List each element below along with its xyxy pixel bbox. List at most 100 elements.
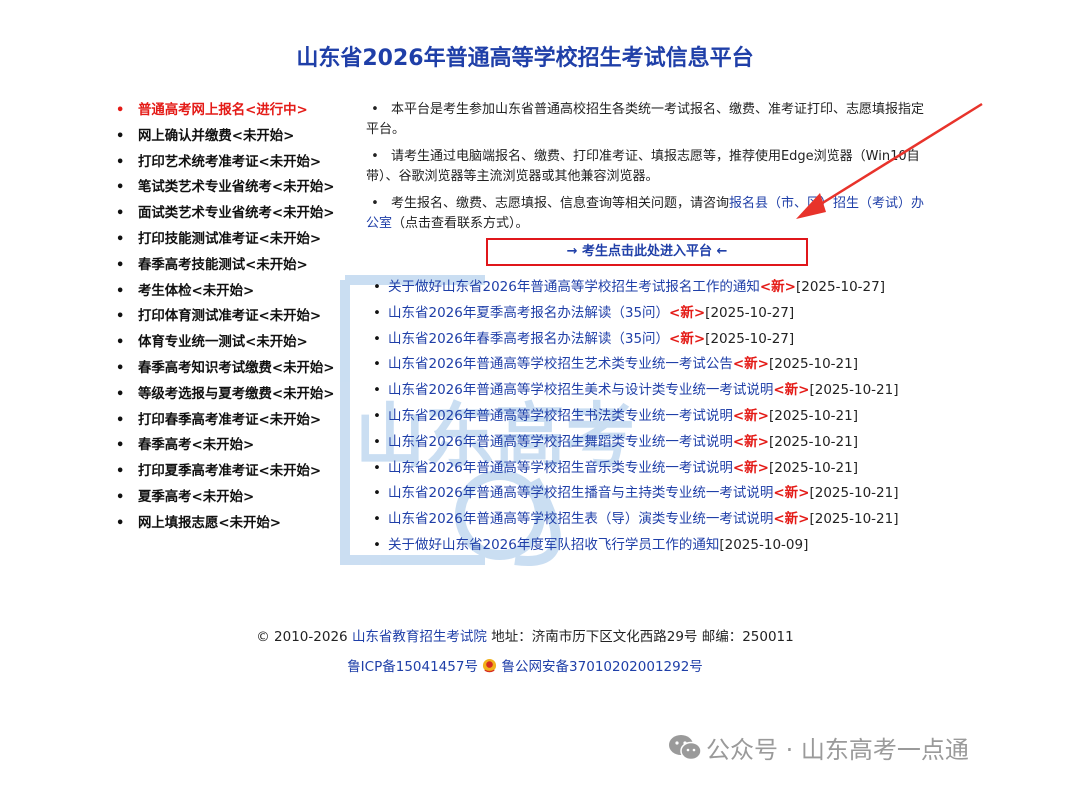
copyright-text: © 2010-2026 — [256, 629, 348, 645]
bullet: • — [373, 407, 381, 424]
notice-text-2: 请考生通过电脑端报名、缴费、打印准考证、填报志愿等，推荐使用Edge浏览器（Wi… — [366, 149, 920, 184]
news-link[interactable]: 山东省2026年普通高等学校招生艺术类专业统一考试公告 — [388, 356, 733, 372]
news-item: • 山东省2026年普通高等学校招生表（导）演类专业统一考试说明<新>[2025-… — [366, 509, 932, 531]
nav-item[interactable]: 普通高考网上报名<进行中> — [114, 98, 364, 124]
bullet: • — [373, 536, 381, 553]
nav-item[interactable]: 打印春季高考准考证<未开始> — [114, 408, 364, 434]
nav-item[interactable]: 春季高考技能测试<未开始> — [114, 253, 364, 279]
notice-item: • 请考生通过电脑端报名、缴费、打印准考证、填报志愿等，推荐使用Edge浏览器（… — [366, 149, 920, 184]
nav-item[interactable]: 面试类艺术专业省统考<未开始> — [114, 201, 364, 227]
nav-item[interactable]: 春季高考<未开始> — [114, 433, 364, 459]
new-tag: <新> — [773, 485, 810, 502]
nav-item[interactable]: 夏季高考<未开始> — [114, 485, 364, 511]
nav-item-label[interactable]: 网上填报志愿<未开始> — [138, 516, 281, 531]
nav-item-label[interactable]: 打印技能测试准考证<未开始> — [138, 232, 321, 247]
news-item: • 山东省2026年普通高等学校招生艺术类专业统一考试公告<新>[2025-10-… — [366, 354, 932, 376]
news-item: • 山东省2026年普通高等学校招生美术与设计类专业统一考试说明<新>[2025-… — [366, 380, 932, 402]
address-text: 地址：济南市历下区文化西路29号 邮编：250011 — [491, 629, 794, 645]
news-date: [2025-10-27] — [795, 279, 885, 295]
news-link[interactable]: 山东省2026年普通高等学校招生表（导）演类专业统一考试说明 — [388, 511, 773, 527]
notice-text-3: 考生报名、缴费、志愿填报、信息查询等相关问题，请咨询 — [390, 196, 729, 211]
nav-item[interactable]: 考生体检<未开始> — [114, 279, 364, 305]
notice-item: • 本平台是考生参加山东省普通高校招生各类统一考试报名、缴费、准考证打印、志愿填… — [366, 102, 924, 137]
news-item: • 山东省2026年普通高等学校招生音乐类专业统一考试说明<新>[2025-10-… — [366, 458, 932, 480]
new-tag: <新> — [732, 459, 769, 476]
new-tag: <新> — [669, 304, 706, 321]
nav-item-label[interactable]: 网上确认并缴费<未开始> — [138, 129, 294, 144]
news-item: • 山东省2026年普通高等学校招生播音与主持类专业统一考试说明<新>[2025-… — [366, 483, 932, 505]
news-item: • 山东省2026年夏季高考报名办法解读（35问）<新>[2025-10-27] — [366, 303, 932, 325]
nav-item-label[interactable]: 夏季高考<未开始> — [138, 490, 254, 505]
org-link[interactable]: 山东省教育招生考试院 — [352, 629, 487, 645]
new-tag: <新> — [669, 330, 706, 347]
nav-item[interactable]: 打印夏季高考准考证<未开始> — [114, 459, 364, 485]
nav-item[interactable]: 打印技能测试准考证<未开始> — [114, 227, 364, 253]
news-item: • 山东省2026年普通高等学校招生舞蹈类专业统一考试说明<新>[2025-10-… — [366, 432, 932, 454]
nav-item[interactable]: 等级考选报与夏考缴费<未开始> — [114, 382, 364, 408]
news-link[interactable]: 山东省2026年普通高等学校招生舞蹈类专业统一考试说明 — [388, 434, 733, 450]
nav-item-label[interactable]: 打印艺术统考准考证<未开始> — [138, 155, 321, 170]
news-link[interactable]: 山东省2026年春季高考报名办法解读（35问） — [388, 331, 669, 347]
news-date: [2025-10-21] — [809, 511, 899, 528]
nav-item[interactable]: 网上确认并缴费<未开始> — [114, 124, 364, 150]
new-tag: <新> — [732, 407, 769, 424]
nav-item[interactable]: 笔试类艺术专业省统考<未开始> — [114, 175, 364, 201]
nav-item-label[interactable]: 春季高考技能测试<未开始> — [138, 258, 308, 273]
news-link[interactable]: 山东省2026年普通高等学校招生美术与设计类专业统一考试说明 — [388, 382, 773, 398]
news-date: [2025-10-21] — [768, 407, 858, 424]
news-date: [2025-10-27] — [705, 330, 795, 347]
nav-item-label[interactable]: 打印春季高考准考证<未开始> — [138, 413, 321, 428]
news-date: [2025-10-21] — [768, 459, 858, 476]
news-link[interactable]: 山东省2026年夏季高考报名办法解读（35问） — [388, 305, 669, 321]
new-tag: <新> — [732, 433, 769, 450]
bullet: • — [373, 459, 381, 476]
nav-item-label[interactable]: 等级考选报与夏考缴费<未开始> — [138, 387, 335, 402]
news-date: [2025-10-27] — [705, 304, 795, 321]
news-date: [2025-10-09] — [719, 536, 809, 553]
nav-item[interactable]: 打印艺术统考准考证<未开始> — [114, 150, 364, 176]
new-tag: <新> — [732, 356, 769, 373]
news-link[interactable]: 山东省2026年普通高等学校招生书法类专业统一考试说明 — [388, 408, 733, 424]
nav-item[interactable]: 打印体育测试准考证<未开始> — [114, 304, 364, 330]
nav-item-label[interactable]: 春季高考<未开始> — [138, 438, 254, 453]
news-link[interactable]: 关于做好山东省2026年普通高等学校招生考试报名工作的通知 — [388, 279, 760, 295]
nav-item-label[interactable]: 打印体育测试准考证<未开始> — [138, 309, 321, 324]
nav-item[interactable]: 春季高考知识考试缴费<未开始> — [114, 356, 364, 382]
nav-item[interactable]: 网上填报志愿<未开始> — [114, 511, 364, 537]
bullet: • — [373, 433, 381, 450]
nav-item-label[interactable]: 春季高考知识考试缴费<未开始> — [138, 361, 335, 376]
notice-text-3-suffix: （点击查看联系方式）。 — [392, 216, 529, 231]
wechat-watermark: 公众号 · 山东高考一点通 — [668, 730, 969, 765]
nav-item-label[interactable]: 考生体检<未开始> — [138, 284, 254, 299]
nav-item-label[interactable]: 笔试类艺术专业省统考<未开始> — [138, 180, 335, 195]
nav-item-label[interactable]: 打印夏季高考准考证<未开始> — [138, 464, 321, 479]
enter-platform-button[interactable]: → 考生点击此处进入平台 ← — [486, 238, 808, 266]
footer: © 2010-2026 山东省教育招生考试院 地址：济南市历下区文化西路29号 … — [0, 627, 1050, 647]
bullet: • — [373, 304, 381, 321]
wechat-label: 公众号 · 山东高考一点通 — [706, 736, 969, 764]
news-item: • 关于做好山东省2026年度军队招收飞行学员工作的通知[2025-10-09] — [366, 535, 932, 557]
news-date: [2025-10-21] — [809, 485, 899, 502]
news-list: • 关于做好山东省2026年普通高等学校招生考试报名工作的通知<新>[2025-1… — [366, 277, 932, 561]
news-link[interactable]: 山东省2026年普通高等学校招生音乐类专业统一考试说明 — [388, 460, 733, 476]
bullet: • — [373, 330, 381, 347]
police-record-link[interactable]: 鲁公网安备37010202001292号 — [502, 659, 703, 675]
wechat-icon — [669, 735, 702, 761]
news-date: [2025-10-21] — [809, 382, 899, 399]
page-title: 山东省2026年普通高等学校招生考试信息平台 — [296, 46, 754, 71]
bullet: • — [373, 356, 381, 373]
icp-link[interactable]: 鲁ICP备15041457号 — [347, 659, 478, 675]
news-link[interactable]: 山东省2026年普通高等学校招生播音与主持类专业统一考试说明 — [388, 485, 773, 501]
nav-item-label[interactable]: 体育专业统一测试<未开始> — [138, 335, 308, 350]
notice-item: • 考生报名、缴费、志愿填报、信息查询等相关问题，请咨询报名县（市、区）招生（考… — [366, 196, 924, 231]
nav-item-label[interactable]: 普通高考网上报名<进行中> — [138, 103, 308, 118]
news-date: [2025-10-21] — [768, 433, 858, 450]
bullet: • — [373, 279, 381, 295]
news-link[interactable]: 关于做好山东省2026年度军队招收飞行学员工作的通知 — [388, 537, 719, 553]
news-item: • 山东省2026年普通高等学校招生书法类专业统一考试说明<新>[2025-10-… — [366, 406, 932, 428]
news-item: • 山东省2026年春季高考报名办法解读（35问）<新>[2025-10-27] — [366, 329, 932, 351]
nav-item-label[interactable]: 面试类艺术专业省统考<未开始> — [138, 206, 335, 221]
police-badge-icon — [483, 658, 497, 673]
news-item: • 关于做好山东省2026年普通高等学校招生考试报名工作的通知<新>[2025-1… — [366, 277, 932, 299]
nav-item[interactable]: 体育专业统一测试<未开始> — [114, 330, 364, 356]
